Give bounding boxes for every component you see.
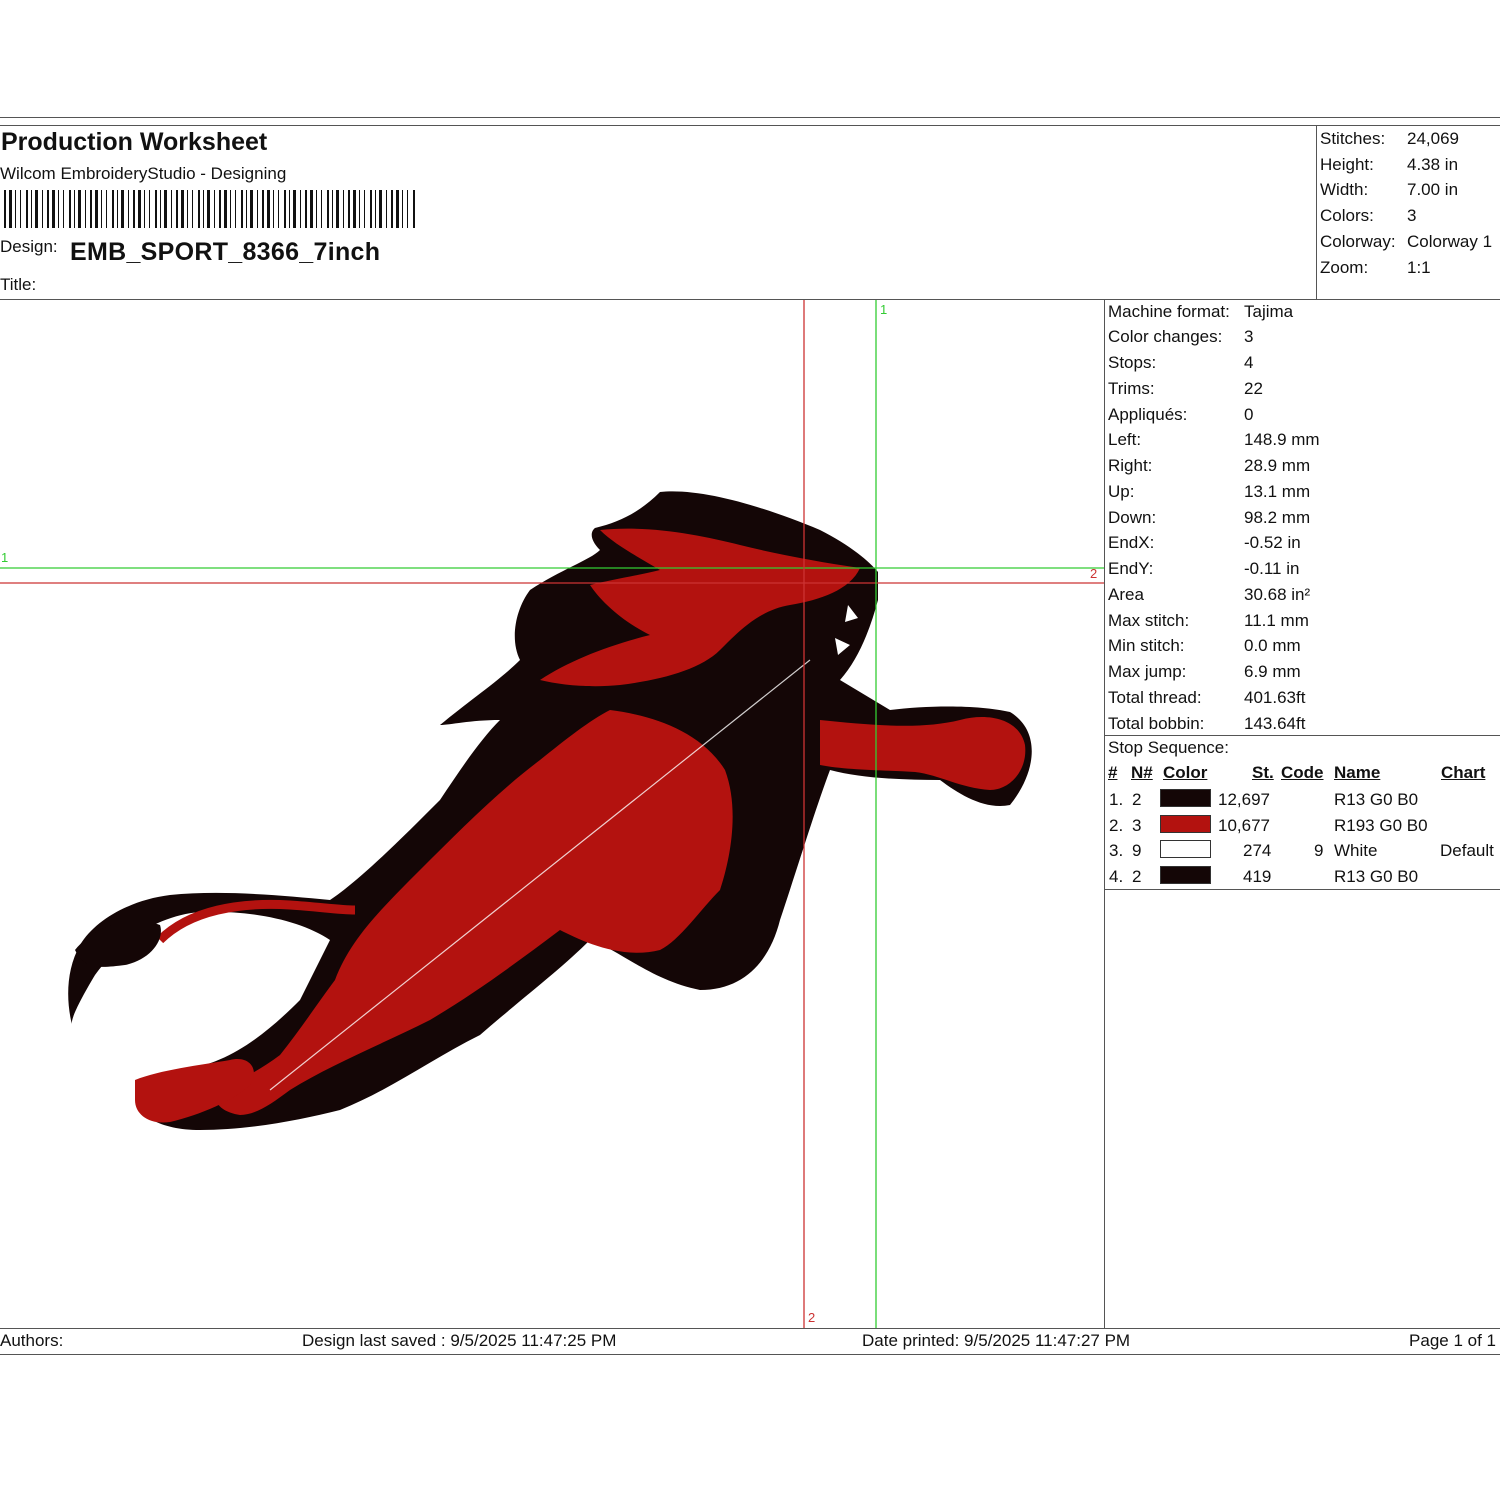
row-name: R13 G0 B0 (1334, 867, 1419, 886)
summary-divider (1316, 125, 1317, 299)
row-chart: Default (1440, 841, 1494, 860)
row-num: 4. (1109, 867, 1124, 886)
red-vertical-axis-label: 2 (808, 1310, 816, 1325)
summary-row-width: Width: 7.00 in (1320, 180, 1459, 199)
detail-row: Area 30.68 in² (1108, 585, 1311, 604)
stop-sequence-divider (1104, 735, 1500, 736)
design-label: Design: (0, 237, 58, 256)
col-header-color: Color (1163, 763, 1208, 782)
row-needle: 3 (1132, 816, 1142, 835)
detail-row: EndY: -0.11 in (1108, 559, 1300, 578)
row-stitches: 12,697 (1218, 790, 1270, 809)
detail-row: Max stitch: 11.1 mm (1108, 611, 1309, 630)
detail-row: Right: 28.9 mm (1108, 456, 1311, 475)
page-title: Production Worksheet (1, 128, 268, 156)
row-num: 2. (1109, 816, 1124, 835)
summary-row-colorway: Colorway: Colorway 1 (1320, 232, 1493, 251)
green-horizontal-axis-label: 1 (1, 550, 9, 565)
top-border-line (0, 117, 1500, 118)
last-saved: Design last saved : 9/5/2025 11:47:25 PM (302, 1331, 617, 1350)
row-needle: 2 (1132, 790, 1142, 809)
title-label: Title: (0, 275, 37, 294)
green-vertical-axis-label: 1 (880, 302, 888, 317)
row-code: 9 (1314, 841, 1324, 860)
col-header-stitches: St. (1252, 763, 1274, 782)
detail-row: Trims: 22 (1108, 379, 1263, 398)
summary-row-zoom: Zoom: 1:1 (1320, 258, 1431, 277)
row-stitches: 10,677 (1218, 816, 1270, 835)
footer-bottom-line (0, 1354, 1500, 1355)
detail-row: Color changes: 3 (1108, 327, 1254, 346)
col-header-code: Code (1281, 763, 1324, 782)
design-canvas: 1 1 2 2 (0, 300, 1104, 1328)
color-swatch (1160, 840, 1211, 858)
embroidery-preview (0, 300, 1104, 1328)
detail-row: EndX: -0.52 in (1108, 533, 1301, 552)
footer-top-line (0, 1328, 1500, 1329)
stop-sequence-bottom-line (1104, 889, 1500, 890)
row-needle: 2 (1132, 867, 1142, 886)
detail-row: Left: 148.9 mm (1108, 430, 1320, 449)
row-needle: 9 (1132, 841, 1142, 860)
col-header-chart: Chart (1441, 763, 1486, 782)
row-name: White (1334, 841, 1378, 860)
detail-row: Machine format: Tajima (1108, 302, 1294, 321)
detail-row: Appliqués: 0 (1108, 405, 1254, 424)
detail-row: Total thread: 401.63ft (1108, 688, 1306, 707)
row-name: R13 G0 B0 (1334, 790, 1419, 809)
summary-row-colors: Colors: 3 (1320, 206, 1417, 225)
row-name: R193 G0 B0 (1334, 816, 1428, 835)
page-number: Page 1 of 1 (1409, 1331, 1496, 1350)
detail-row: Stops: 4 (1108, 353, 1254, 372)
software-subtitle: Wilcom EmbroideryStudio - Designing (0, 164, 287, 183)
header-top-line (0, 125, 1500, 126)
color-swatch (1160, 789, 1211, 807)
detail-row: Up: 13.1 mm (1108, 482, 1311, 501)
detail-row: Down: 98.2 mm (1108, 508, 1311, 527)
summary-row-height: Height: 4.38 in (1320, 155, 1459, 174)
design-name: EMB_SPORT_8366_7inch (70, 238, 381, 266)
detail-row: Total bobbin: 143.64ft (1108, 714, 1306, 733)
col-header-name: Name (1334, 763, 1381, 782)
row-num: 3. (1109, 841, 1124, 860)
detail-row: Max jump: 6.9 mm (1108, 662, 1301, 681)
stop-sequence-title: Stop Sequence: (1108, 738, 1229, 757)
detail-row: Min stitch: 0.0 mm (1108, 636, 1301, 655)
col-header-num: # (1108, 763, 1118, 782)
row-stitches: 274 (1243, 841, 1272, 860)
col-header-n: N# (1131, 763, 1153, 782)
date-printed: Date printed: 9/5/2025 11:47:27 PM (862, 1331, 1131, 1350)
row-stitches: 419 (1243, 867, 1272, 886)
row-num: 1. (1109, 790, 1124, 809)
info-panel-divider (1104, 299, 1105, 1328)
summary-row-stitches: Stitches: 24,069 (1320, 129, 1459, 148)
barcode (4, 190, 415, 228)
lion-tail-tuft (75, 921, 161, 967)
color-swatch (1160, 866, 1211, 884)
authors-label: Authors: (0, 1331, 64, 1350)
color-swatch (1160, 815, 1211, 833)
red-horizontal-axis-label: 2 (1090, 566, 1098, 581)
